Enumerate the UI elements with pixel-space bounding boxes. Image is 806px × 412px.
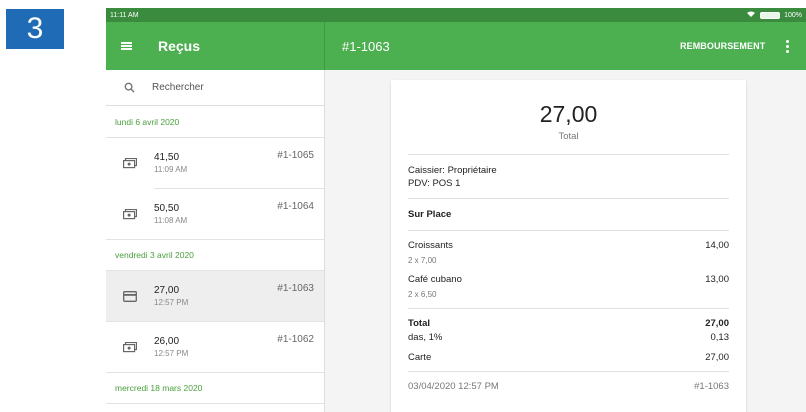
- battery-level: 100%: [784, 11, 802, 19]
- item-price: 13,00: [705, 274, 729, 285]
- receipt-item-1062[interactable]: 26,00 12:57 PM #1-1062: [106, 322, 324, 372]
- wifi-icon: [746, 10, 756, 20]
- divider: [408, 154, 729, 155]
- receipt-time: 11:08 AM: [154, 216, 188, 225]
- receipt-amount: 26,00: [154, 336, 180, 347]
- summary-value: 27,00: [705, 352, 729, 363]
- divider: [408, 308, 729, 309]
- date-header: vendredi 3 avril 2020: [106, 239, 324, 271]
- summary-label: das, 1%: [408, 332, 443, 343]
- receipt-total-label: Total: [558, 131, 579, 142]
- menu-icon[interactable]: [106, 22, 146, 70]
- search-input[interactable]: Rechercher: [152, 82, 204, 93]
- refund-button[interactable]: REMBOURSEMENT: [680, 22, 765, 70]
- date-header: mercredi 18 mars 2020: [106, 372, 324, 404]
- card-icon: [106, 290, 154, 302]
- search-icon: [106, 82, 152, 93]
- receipt-number: #1-1065: [277, 150, 314, 161]
- divider: [408, 198, 729, 199]
- cash-icon: [106, 341, 154, 353]
- receipts-sidebar: Rechercher lundi 6 avril 2020 41,50 11:0…: [106, 70, 325, 412]
- app-bar: Reçus #1-1063 REMBOURSEMENT: [106, 22, 806, 70]
- step-number-badge: 3: [6, 9, 64, 49]
- item-quantity: 2 x 7,00: [408, 256, 437, 265]
- receipt-number: #1-1064: [277, 201, 314, 212]
- receipt-item-1065[interactable]: 41,50 11:09 AM #1-1065: [106, 138, 324, 188]
- receipt-datetime: 03/04/2020 12:57 PM: [408, 381, 499, 392]
- divider: [408, 371, 729, 372]
- selected-receipt-id: #1-1063: [342, 38, 390, 54]
- receipt-number: #1-1063: [277, 283, 314, 294]
- dining-option: Sur Place: [408, 209, 452, 220]
- status-time: 11:11 AM: [110, 11, 139, 19]
- receipt-detail-panel: 27,00 Total Caissier: Propriétaire PDV: …: [326, 70, 806, 412]
- status-bar: 11:11 AM 100%: [106, 8, 806, 22]
- item-name: Croissants: [408, 240, 453, 251]
- receipt-card: 27,00 Total Caissier: Propriétaire PDV: …: [391, 80, 746, 412]
- item-price: 14,00: [705, 240, 729, 251]
- receipt-amount: 50,50: [154, 203, 180, 214]
- receipt-item-1064[interactable]: 50,50 11:08 AM #1-1064: [106, 189, 324, 239]
- receipt-footer: 03/04/2020 12:57 PM #1-1063: [408, 381, 729, 392]
- summary-value: 0,13: [710, 332, 730, 343]
- cashier-name: Caissier: Propriétaire: [408, 165, 497, 176]
- receipt-time: 12:57 PM: [154, 298, 189, 307]
- summary-value: 27,00: [705, 318, 729, 329]
- screen-title: Reçus: [158, 38, 201, 54]
- receipt-number: #1-1062: [277, 334, 314, 345]
- summary-tax: das, 1% 0,13: [408, 332, 729, 343]
- summary-label: Total: [408, 318, 430, 329]
- summary-label: Carte: [408, 352, 432, 363]
- search-bar[interactable]: Rechercher: [106, 70, 324, 106]
- summary-total: Total 27,00: [408, 318, 729, 329]
- cash-icon: [106, 157, 154, 169]
- receipt-item-1063[interactable]: 27,00 12:57 PM #1-1063: [106, 271, 324, 321]
- pos-name: PDV: POS 1: [408, 178, 461, 189]
- summary-payment: Carte 27,00: [408, 352, 729, 363]
- receipt-amount: 27,00: [154, 285, 180, 296]
- receipt-total-amount: 27,00: [539, 101, 598, 127]
- battery-icon: [760, 11, 781, 19]
- line-item: Café cubano 13,00: [408, 274, 729, 285]
- receipt-footer-id: #1-1063: [694, 381, 729, 392]
- receipt-amount: 41,50: [154, 152, 180, 163]
- item-quantity: 2 x 6,50: [408, 290, 437, 299]
- receipt-time: 11:09 AM: [154, 165, 188, 174]
- receipt-time: 12:57 PM: [154, 349, 189, 358]
- divider: [408, 230, 729, 231]
- tablet-screen: 11:11 AM 100% Reçus #1-1063 REMBOURSEMEN…: [106, 8, 806, 412]
- date-header: lundi 6 avril 2020: [106, 106, 324, 138]
- more-options-icon[interactable]: [778, 22, 796, 70]
- item-name: Café cubano: [408, 274, 462, 285]
- cash-icon: [106, 208, 154, 220]
- line-item: Croissants 14,00: [408, 240, 729, 251]
